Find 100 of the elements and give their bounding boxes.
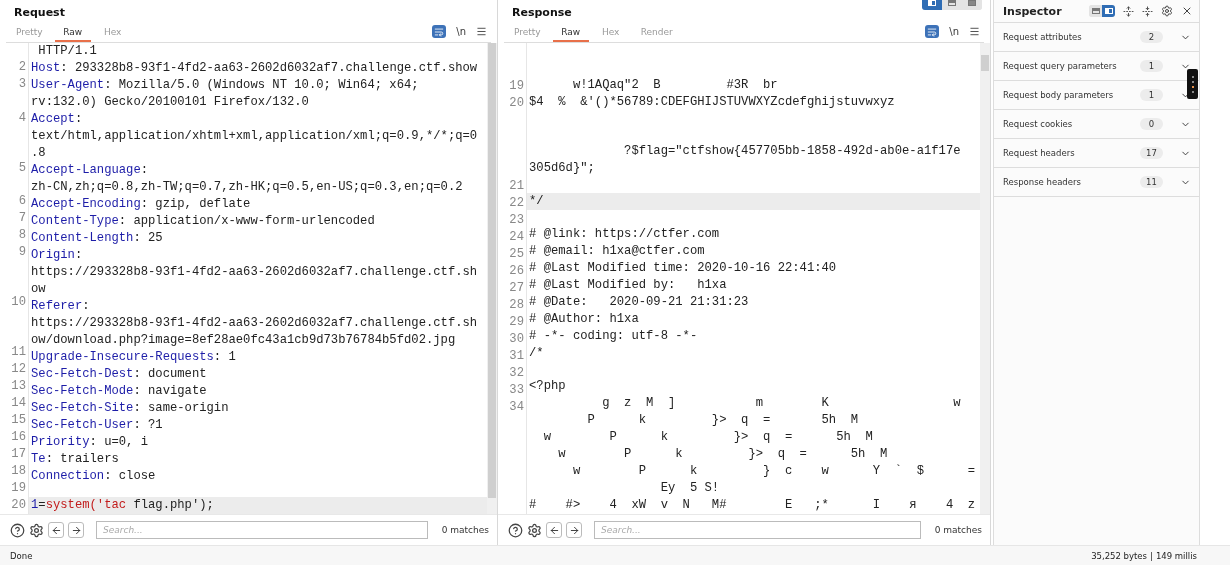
right-arrow-icon: [568, 524, 580, 536]
line-number: 27: [508, 279, 525, 297]
code-line: Connection: close: [30, 468, 157, 485]
code-line: text/html,application/xhtml+xml,application/xml;q=0.9,*/*;q=0: [30, 128, 479, 145]
pane-title: Response: [512, 5, 572, 19]
view-tab[interactable]: Raw: [54, 27, 91, 42]
code-line: # @link: https://ctfer.com: [528, 226, 721, 243]
collapse-all-icon[interactable]: [1142, 5, 1153, 17]
settings-icon[interactable]: [29, 522, 44, 538]
inspector-title: Inspector: [1003, 4, 1063, 18]
layout-button[interactable]: [922, 0, 942, 10]
help-icon[interactable]: [10, 522, 25, 538]
search-field[interactable]: Search...: [594, 521, 921, 539]
line-number: 10: [10, 294, 27, 312]
separator-text: |: [1150, 550, 1153, 561]
line-number: 9: [17, 244, 27, 262]
wrap-text-button[interactable]: [432, 25, 447, 38]
line-number: 33: [508, 381, 525, 399]
view-tab[interactable]: Raw: [552, 27, 589, 42]
code-line: # @email: h1xa@ctfer.com: [528, 243, 706, 260]
newline-toggle[interactable]: \n: [456, 26, 466, 37]
back-button[interactable]: [48, 522, 64, 538]
line-number: 17: [10, 445, 27, 463]
count-badge: 1: [1140, 89, 1163, 101]
code-line: Sec-Fetch-Site: same-origin: [30, 400, 230, 417]
code-line: # @Last Modified time: 2020-10-16 22:41:40: [528, 260, 838, 277]
code-line: w P k }> q = 5h M: [542, 429, 874, 446]
line-number: 25: [508, 245, 525, 263]
line-number: 11: [10, 343, 27, 361]
code-line: Accept-Encoding: gzip, deflate: [30, 196, 252, 213]
count-badge: 17: [1140, 147, 1163, 159]
forward-button[interactable]: [566, 522, 582, 538]
code-line: rv:132.0) Gecko/20100101 Firefox/132.0: [30, 94, 310, 111]
line-number: 5: [17, 159, 27, 177]
code-line: ow/download.php?image=8ef28ae0fc43a1cb9d73b76784b5fd02.jpg: [30, 332, 457, 349]
code-line: User-Agent: Mozilla/5.0 (Windows NT 10.0; Win64; x64;: [30, 77, 420, 94]
count-badge: 0: [1140, 118, 1163, 130]
drag-handle[interactable]: [1187, 69, 1198, 99]
code-line: Priority: u=0, i: [30, 434, 150, 451]
code-line: HTTP/1.1: [37, 43, 98, 60]
code-line: https://293328b8-93f1-4fd2-aa63-2602d6032af7.challenge.ctf.sh: [30, 264, 479, 281]
code-line: /*: [528, 345, 545, 362]
line-number: 24: [508, 228, 525, 246]
line-number: 26: [508, 262, 525, 280]
right-arrow-icon: [70, 524, 82, 536]
code-line: Origin:: [30, 247, 84, 264]
count-badge: 11: [1140, 176, 1163, 188]
settings-icon[interactable]: [1161, 5, 1173, 17]
code-line: # @Author: h1xa: [528, 311, 640, 328]
code-line: Sec-Fetch-User: ?1: [30, 417, 164, 434]
layout-button[interactable]: [1102, 5, 1115, 17]
close-icon[interactable]: [1181, 5, 1193, 17]
code-line: 305d6d}";: [528, 160, 596, 177]
match-count: 0 matches: [934, 525, 982, 535]
status-text: Done: [10, 550, 33, 561]
line-number: 29: [508, 313, 525, 331]
code-line: w P k } c w Y ` $ =: [571, 463, 977, 480]
code-line: P k }> q = 5h M: [586, 412, 860, 429]
line-number: 2: [17, 59, 27, 77]
line-number: 14: [10, 394, 27, 412]
match-count: 0 matches: [441, 525, 489, 535]
line-number: 23: [508, 211, 525, 229]
expand-all-icon[interactable]: [1123, 5, 1134, 17]
newline-toggle[interactable]: \n: [949, 26, 959, 37]
line-number: 15: [10, 411, 27, 429]
count-badge: 1: [1140, 60, 1163, 72]
code-line: ?$flag="ctfshow{457705bb-1858-492d-ab0e-a1f17e: [623, 143, 962, 160]
line-number: 4: [17, 109, 27, 127]
layout-button[interactable]: [1089, 5, 1102, 17]
scrollbar[interactable]: [487, 43, 497, 514]
code-line: Accept-Language:: [30, 162, 150, 179]
settings-icon[interactable]: [527, 522, 542, 538]
response-size: 35,252 bytes: [1091, 550, 1148, 561]
code-line: <?php: [528, 378, 567, 395]
wrap-text-button[interactable]: [925, 25, 940, 38]
code-line: Sec-Fetch-Mode: navigate: [30, 383, 208, 400]
code-line: # @Last Modified by: h1xa: [528, 277, 728, 294]
forward-button[interactable]: [68, 522, 84, 538]
left-arrow-icon: [548, 524, 560, 536]
code-line: Te: trailers: [30, 451, 120, 468]
menu-icon[interactable]: [476, 26, 487, 37]
line-number: 32: [508, 364, 525, 382]
help-icon[interactable]: [508, 522, 523, 538]
code-line: Upgrade-Insecure-Requests: 1: [30, 349, 237, 366]
line-number: 20: [10, 496, 27, 514]
search-field[interactable]: Search...: [96, 521, 428, 539]
code-line: Sec-Fetch-Dest: document: [30, 366, 208, 383]
line-number: 21: [508, 177, 525, 195]
scrollbar[interactable]: [980, 43, 990, 514]
line-number: 31: [508, 347, 525, 365]
code-line: w!1AQaq"2 B #3R br: [571, 77, 779, 94]
line-number: 22: [508, 194, 525, 212]
back-button[interactable]: [546, 522, 562, 538]
line-number: 19: [508, 77, 525, 95]
code-line: Content-Length: 25: [30, 230, 164, 247]
code-line: zh-CN,zh;q=0.8,zh-TW;q=0.7,zh-HK;q=0.5,en-US;q=0.3,en;q=0.2: [30, 179, 464, 196]
code-line: ow: [30, 281, 47, 298]
code-line: g z M ] m K w: [601, 395, 962, 412]
menu-icon[interactable]: [969, 26, 980, 37]
code-line: .8: [30, 145, 47, 162]
